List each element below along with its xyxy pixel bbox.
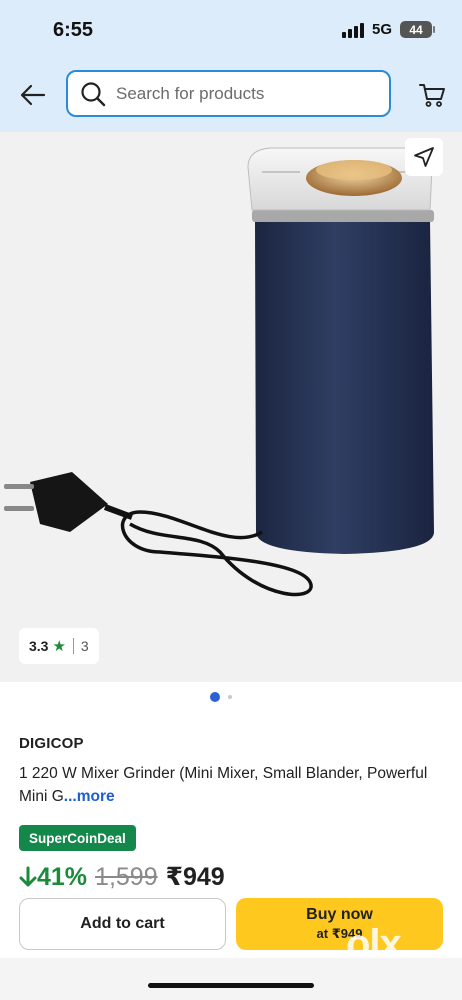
discount: 41%: [19, 863, 87, 892]
product-title: 1 220 W Mixer Grinder (Mini Mixer, Small…: [19, 762, 439, 808]
star-icon: ★: [52, 638, 66, 655]
more-link[interactable]: ...more: [64, 788, 115, 805]
share-button[interactable]: [405, 138, 443, 176]
product-image: [4, 147, 434, 597]
network-type: 5G: [371, 21, 392, 38]
signal-icon: [341, 22, 364, 38]
search-input[interactable]: [116, 83, 376, 104]
home-indicator: [148, 983, 314, 988]
product-brand: DIGICOP: [19, 735, 84, 752]
back-button[interactable]: [18, 80, 48, 110]
status-time: 6:55: [53, 19, 94, 41]
header: [0, 60, 462, 132]
original-price: 1,599: [95, 862, 158, 891]
rating-count: 3: [80, 638, 89, 654]
add-to-cart-button[interactable]: Add to cart: [19, 898, 226, 950]
cart-button[interactable]: [418, 81, 446, 109]
share-icon: [414, 147, 434, 167]
rating-divider: [72, 638, 74, 654]
status-indicators: 5G 44: [341, 21, 435, 38]
buy-now-button[interactable]: Buy now at ₹949: [236, 898, 443, 950]
cart-icon: [419, 84, 445, 107]
carousel-indicator: [0, 692, 462, 702]
carousel-dot[interactable]: [228, 695, 232, 699]
status-bar: 6:55 5G 44: [0, 0, 462, 60]
sale-price: ₹949: [165, 863, 225, 891]
price-row: 41% 1,599 ₹949: [19, 862, 225, 892]
bottom-strip: [0, 958, 462, 1000]
arrow-left-icon: [20, 84, 46, 106]
carousel-dot-active[interactable]: [210, 692, 220, 702]
arrow-down-icon: [19, 866, 37, 887]
deal-badge: SuperCoinDeal: [19, 825, 136, 851]
search-box[interactable]: [66, 70, 391, 117]
rating-value: 3.3: [29, 638, 49, 654]
discount-percent: 41%: [37, 862, 88, 891]
battery-icon: 44: [400, 21, 435, 38]
battery-level: 44: [409, 22, 423, 37]
rating-chip[interactable]: 3.3 ★ 3: [19, 628, 99, 664]
search-icon: [81, 81, 106, 106]
product-image-gallery[interactable]: 3.3 ★ 3: [0, 132, 462, 682]
